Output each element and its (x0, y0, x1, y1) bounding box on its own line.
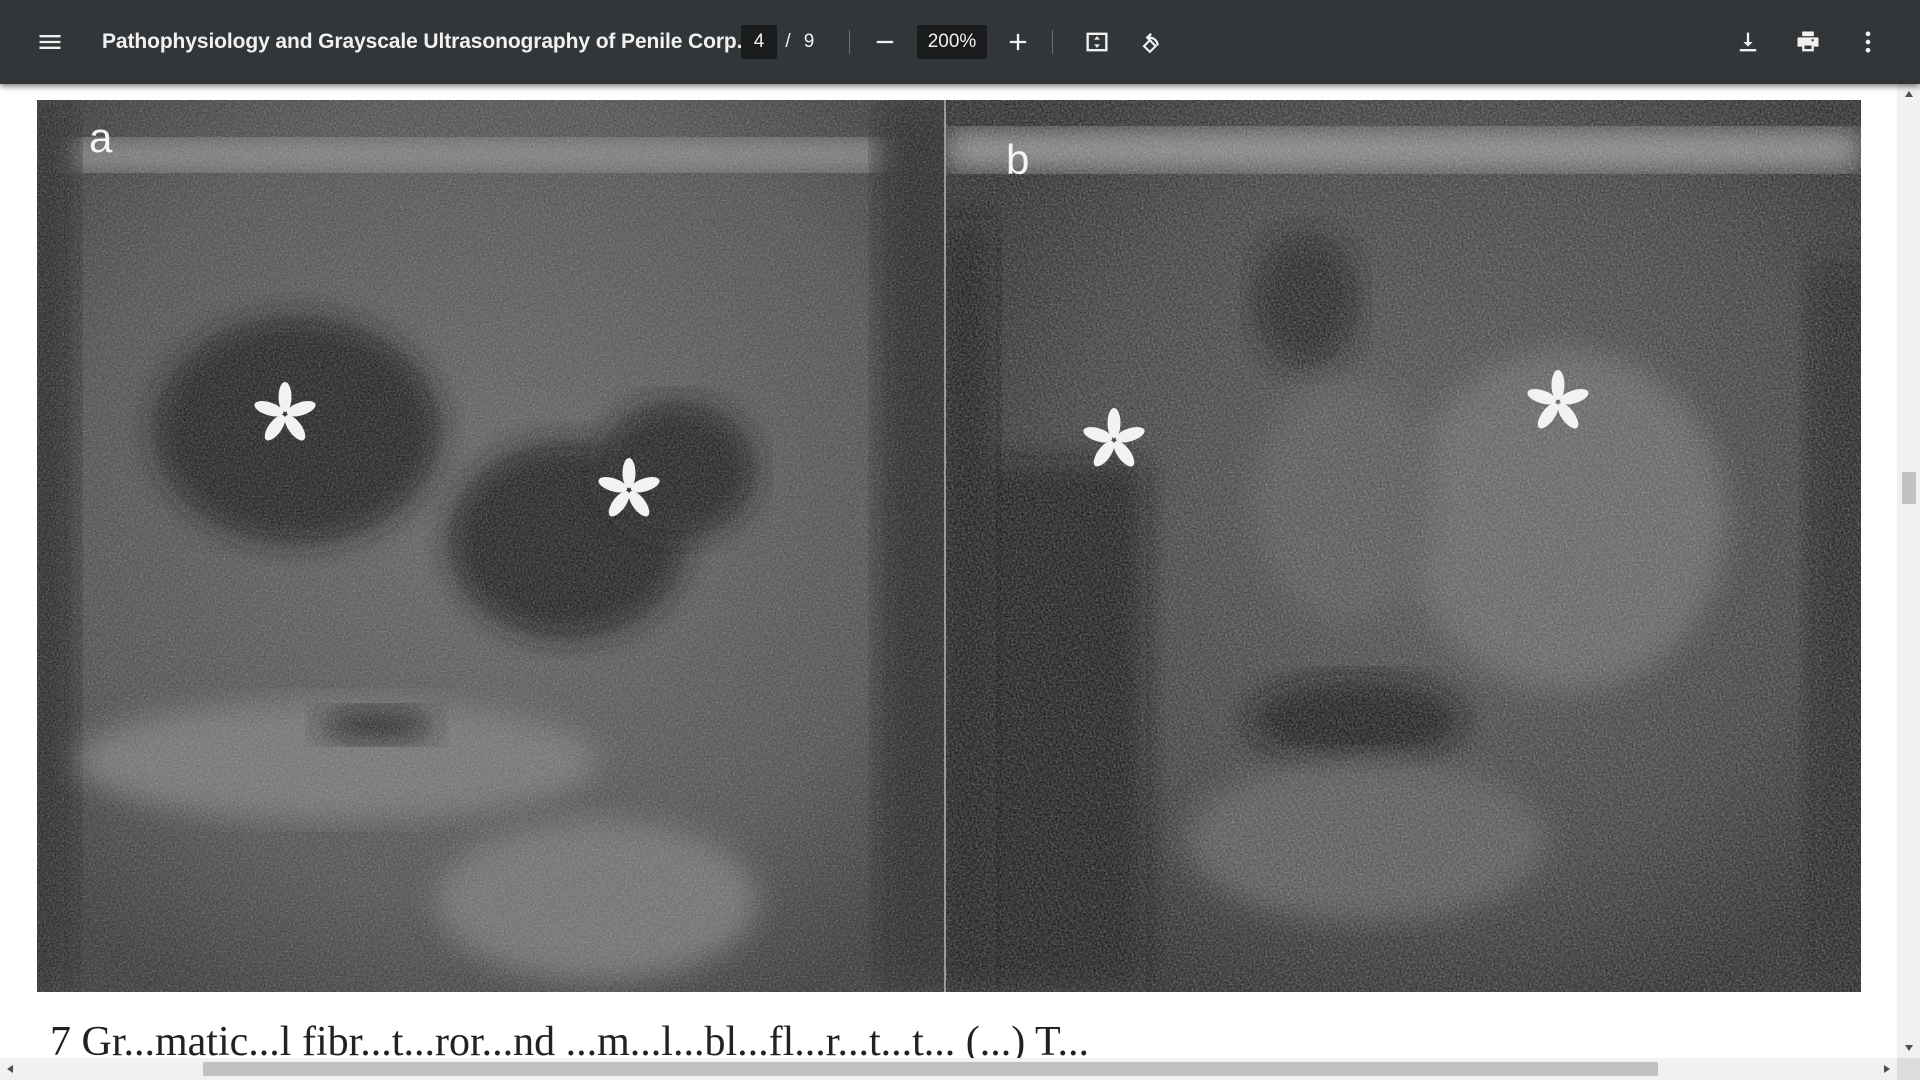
print-button[interactable] (1786, 20, 1830, 64)
horizontal-scroll-thumb[interactable] (203, 1062, 1658, 1076)
ultrasound-panel-a: a (37, 100, 944, 992)
asterisk-marker (1078, 404, 1150, 476)
triangle-up-icon (1904, 91, 1913, 97)
more-vertical-icon (1865, 31, 1871, 53)
download-button[interactable] (1726, 20, 1770, 64)
scroll-left-arrow[interactable] (0, 1058, 20, 1080)
print-icon (1797, 31, 1819, 52)
pdf-toolbar: Pathophysiology and Grayscale Ultrasonog… (0, 0, 1920, 84)
more-actions-button[interactable] (1846, 20, 1890, 64)
ultrasound-image-a (37, 100, 944, 992)
pdf-viewer[interactable]: a b 7 Gr...matic...l fibr...t...ror...nd… (0, 84, 1920, 1080)
panel-b-label: b (1006, 136, 1030, 183)
scrollbar-corner (1897, 1058, 1920, 1080)
fit-to-page-button[interactable] (1075, 20, 1119, 64)
download-icon (1739, 32, 1757, 52)
minus-icon (876, 40, 894, 44)
plus-icon (1009, 33, 1027, 51)
zoom-out-button[interactable] (863, 20, 907, 64)
toolbar-divider (849, 30, 850, 54)
document-title: Pathophysiology and Grayscale Ultrasonog… (102, 30, 754, 53)
asterisk-icon (1527, 370, 1589, 429)
page-total: 9 (803, 31, 815, 52)
asterisk-marker (249, 378, 321, 450)
scroll-up-arrow[interactable] (1897, 84, 1920, 104)
ultrasound-image-b (946, 100, 1861, 992)
menu-icon (39, 35, 61, 49)
ultrasound-panel-b: b (946, 100, 1861, 992)
pdf-page: a b 7 Gr...matic...l fibr...t...ror...nd… (0, 84, 1900, 1080)
asterisk-icon (254, 382, 316, 441)
scroll-right-arrow[interactable] (1877, 1058, 1897, 1080)
horizontal-scrollbar[interactable] (0, 1058, 1897, 1080)
scroll-down-arrow[interactable] (1897, 1038, 1920, 1058)
vertical-scrollbar[interactable] (1897, 84, 1920, 1058)
asterisk-icon (1083, 408, 1145, 467)
asterisk-icon (598, 458, 660, 517)
page-number-input[interactable] (741, 25, 777, 59)
menu-button[interactable] (28, 20, 72, 64)
triangle-down-icon (1904, 1045, 1913, 1051)
zoom-level-input[interactable] (917, 25, 987, 59)
fit-to-page-icon (1086, 32, 1108, 52)
ultrasound-figure: a b (37, 100, 1861, 992)
asterisk-marker (593, 454, 665, 526)
panel-a-label: a (89, 114, 113, 161)
rotate-button[interactable] (1129, 20, 1173, 64)
toolbar-divider (1052, 30, 1053, 54)
asterisk-marker (1522, 366, 1594, 438)
page-separator: / (785, 31, 791, 52)
triangle-right-icon (1884, 1065, 1890, 1073)
triangle-left-icon (7, 1065, 13, 1073)
vertical-scroll-thumb[interactable] (1902, 472, 1916, 504)
zoom-in-button[interactable] (996, 20, 1040, 64)
rotate-counterclockwise-icon (1142, 32, 1159, 54)
